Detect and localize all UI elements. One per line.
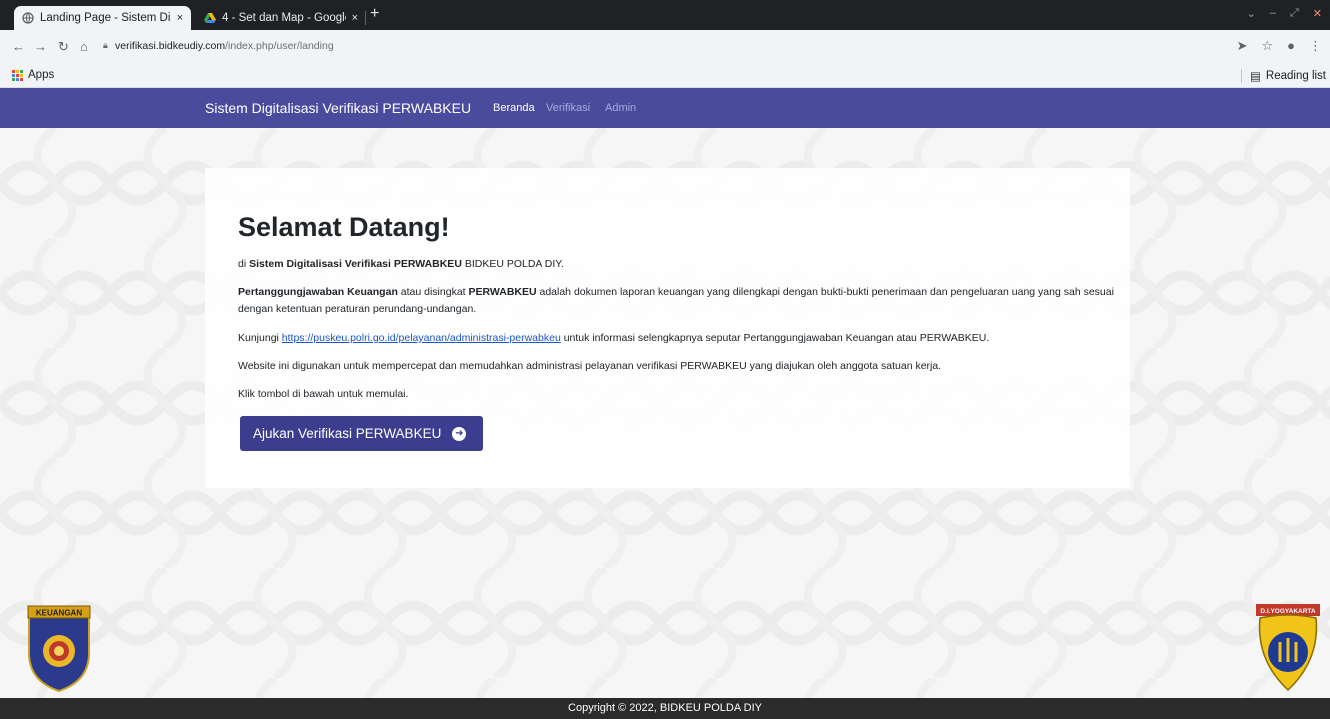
menu-icon[interactable]: ⋮ bbox=[1309, 38, 1322, 54]
arrow-right-circle-icon: ➜ bbox=[452, 426, 467, 441]
polda-emblem-text: D.I.YOGYAKARTA bbox=[1260, 608, 1316, 615]
toolbar-actions: ➤ ☆ ● ⋮ bbox=[1237, 38, 1322, 54]
site-navbar: Sistem Digitalisasi Verifikasi PERWABKEU… bbox=[0, 88, 1330, 128]
main-content bbox=[0, 128, 1330, 698]
send-icon[interactable]: ➤ bbox=[1237, 38, 1248, 54]
window-controls: ⌄ – ⤢ ✕ bbox=[1247, 7, 1322, 20]
intro-prefix: di bbox=[238, 258, 250, 270]
keuangan-emblem-text: KEUANGAN bbox=[36, 609, 82, 618]
apps-shortcut[interactable]: Apps bbox=[12, 69, 54, 81]
nav-admin[interactable]: Admin bbox=[605, 102, 636, 114]
minimize-icon[interactable]: – bbox=[1270, 7, 1276, 20]
profile-icon[interactable]: ● bbox=[1287, 38, 1295, 54]
intro-system-name: Sistem Digitalisasi Verifikasi PERWABKEU bbox=[249, 258, 462, 270]
visit-prefix: Kunjungi bbox=[238, 332, 282, 344]
reading-list-label: Reading list bbox=[1265, 70, 1326, 82]
intro-suffix: BIDKEU POLDA DIY. bbox=[461, 258, 564, 270]
nav-verifikasi[interactable]: Verifikasi bbox=[546, 102, 590, 114]
tab-close-icon[interactable]: × bbox=[352, 12, 358, 24]
definition-term: Pertanggungjawaban Keuangan bbox=[238, 286, 398, 298]
apps-grid-icon bbox=[12, 69, 23, 81]
bookmarks-bar: Apps ▤ Reading list bbox=[0, 64, 1330, 88]
close-window-icon[interactable]: ✕ bbox=[1313, 7, 1322, 20]
lock-icon[interactable]: 🔒︎ bbox=[103, 40, 108, 51]
definition-mid: atau disingkat bbox=[397, 286, 469, 298]
bookmarks-separator bbox=[1241, 69, 1242, 83]
instruction-paragraph: Klik tombol di bawah untuk memulai. bbox=[238, 388, 409, 400]
tab-set-dan-map[interactable]: 4 - Set dan Map - Google × bbox=[196, 6, 366, 30]
maximize-icon[interactable]: ⤢ bbox=[1290, 7, 1299, 20]
home-icon[interactable]: ⌂ bbox=[80, 39, 88, 54]
reading-list-icon: ▤ bbox=[1250, 71, 1261, 83]
intro-paragraph: di Sistem Digitalisasi Verifikasi PERWAB… bbox=[238, 256, 1118, 273]
copyright-text: Copyright © 2022, BIDKEU POLDA DIY bbox=[568, 702, 762, 714]
background-batik-pattern bbox=[0, 128, 1330, 698]
bookmark-star-icon[interactable]: ☆ bbox=[1261, 38, 1273, 54]
google-drive-icon bbox=[204, 12, 216, 24]
site-footer: Copyright © 2022, BIDKEU POLDA DIY bbox=[0, 698, 1330, 719]
apps-label: Apps bbox=[28, 69, 55, 81]
tab-landing-page[interactable]: Landing Page - Sistem Di × bbox=[14, 6, 191, 30]
visit-paragraph: Kunjungi https://puskeu.polri.go.id/pela… bbox=[238, 330, 1118, 347]
back-icon[interactable]: ← bbox=[12, 39, 25, 54]
definition-paragraph: Pertanggungjawaban Keuangan atau disingk… bbox=[238, 284, 1118, 318]
polda-diy-emblem-logo: D.I.YOGYAKARTA bbox=[1256, 604, 1320, 692]
purpose-paragraph: Website ini digunakan untuk mempercepat … bbox=[238, 360, 942, 372]
page-title: Selamat Datang! bbox=[238, 212, 450, 242]
reload-icon[interactable]: ↻ bbox=[58, 39, 69, 55]
visit-suffix: untuk informasi selengkapnya seputar Per… bbox=[560, 332, 990, 344]
forward-icon[interactable]: → bbox=[34, 39, 47, 54]
tab-title: Landing Page - Sistem Di bbox=[40, 12, 171, 24]
definition-abbrev: PERWABKEU bbox=[468, 286, 537, 298]
puskeu-link[interactable]: https://puskeu.polri.go.id/pelayanan/adm… bbox=[282, 332, 561, 344]
browser-toolbar: ← → ↻ ⌂ 🔒︎ verifikasi.bidkeudiy.com/inde… bbox=[0, 30, 1330, 64]
tab-close-icon[interactable]: × bbox=[177, 12, 183, 24]
browser-tab-bar: Landing Page - Sistem Di × 4 - Set dan M… bbox=[0, 0, 1330, 30]
address-bar[interactable]: verifikasi.bidkeudiy.com/index.php/user/… bbox=[115, 40, 334, 52]
keuangan-emblem-logo: KEUANGAN bbox=[27, 605, 91, 693]
submit-verification-label: Ajukan Verifikasi PERWABKEU bbox=[253, 426, 442, 441]
tab-title: 4 - Set dan Map - Google bbox=[222, 12, 346, 24]
url-path: /index.php/user/landing bbox=[225, 40, 334, 52]
reading-list-button[interactable]: ▤ Reading list bbox=[1250, 69, 1326, 83]
site-brand[interactable]: Sistem Digitalisasi Verifikasi PERWABKEU bbox=[205, 100, 471, 116]
tab-search-icon[interactable]: ⌄ bbox=[1247, 7, 1256, 20]
url-host: verifikasi.bidkeudiy.com bbox=[115, 40, 226, 52]
submit-verification-button[interactable]: Ajukan Verifikasi PERWABKEU ➜ bbox=[240, 416, 483, 451]
tab-separator bbox=[365, 11, 366, 25]
new-tab-button[interactable]: + bbox=[370, 5, 379, 23]
nav-beranda[interactable]: Beranda bbox=[493, 102, 535, 114]
globe-icon bbox=[22, 12, 34, 24]
